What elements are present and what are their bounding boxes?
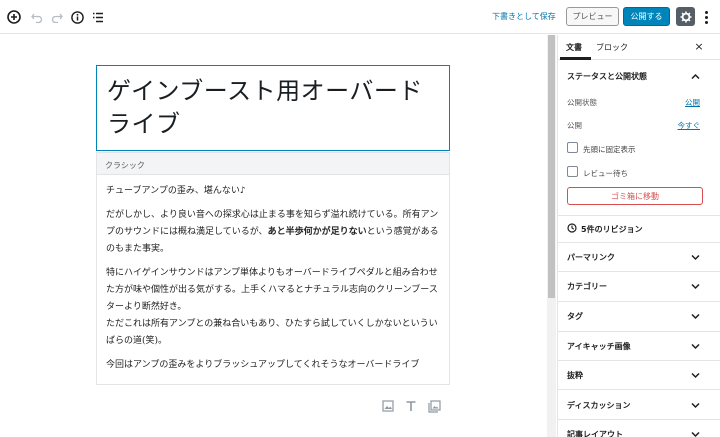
excerpt-panel[interactable]: 抜粋 [567,370,583,381]
classic-block-toolbar[interactable]: クラシック [96,152,450,175]
revisions-link[interactable]: 5件のリビジョン [581,224,643,235]
gear-icon [680,11,691,22]
divider [558,215,720,216]
settings-button[interactable] [676,7,695,26]
divider [558,419,720,420]
tab-document[interactable]: 文書 [566,42,582,53]
close-icon[interactable]: × [692,40,706,54]
chevron-down-icon[interactable] [691,253,700,262]
preview-button[interactable]: プレビュー [566,7,619,26]
sidebar-tabs: 文書 ブロック × [558,35,720,60]
add-block-icon[interactable] [6,9,22,25]
sticky-checkbox[interactable] [567,142,578,153]
publish-label: 公開 [567,121,582,130]
divider [558,389,720,390]
divider [558,271,720,272]
publish-button[interactable]: 公開する [623,7,670,26]
info-icon[interactable] [69,9,85,25]
sticky-label: 先頭に固定表示 [583,145,636,154]
active-tab-indicator [560,57,591,60]
post-title-field[interactable]: ゲインブースト用オーバードライブ [96,65,450,151]
visibility-label: 公開状態 [567,98,597,107]
post-layout-panel[interactable]: 記事レイアウト [567,429,623,437]
image-block-icon[interactable] [381,399,395,413]
chevron-up-icon[interactable] [691,72,700,81]
divider [558,360,720,361]
more-menu-icon[interactable] [700,8,712,26]
paragraph[interactable]: 特にハイゲインサウンドはアンプ単体よりもオーバードライブペダルと組み合わせた方が… [106,265,440,350]
pending-review-checkbox[interactable] [567,166,578,177]
visibility-link[interactable]: 公開 [685,97,700,108]
redo-icon[interactable] [49,9,65,25]
move-to-trash-button[interactable]: ゴミ箱に移動 [567,187,703,205]
chevron-down-icon[interactable] [691,371,700,380]
save-draft-link[interactable]: 下書きとして保存 [492,11,556,22]
divider [558,331,720,332]
post-title[interactable]: ゲインブースト用オーバードライブ [107,75,439,141]
paragraph[interactable]: チューブアンプの歪み、堪んない♪ [106,183,440,200]
paragraph[interactable]: だがしかし、より良い音への探求心は止まる事を知らず溢れ続けている。所有アンプのサ… [106,207,440,258]
chevron-down-icon[interactable] [691,342,700,351]
tags-panel[interactable]: タグ [567,311,583,322]
tab-block[interactable]: ブロック [596,42,628,53]
editor-canvas: ゲインブースト用オーバードライブ クラシック チューブアンプの歪み、堪んない♪ … [0,35,547,437]
editor-scrollbar-thumb[interactable] [548,35,555,298]
revisions-icon [567,223,577,233]
chevron-down-icon[interactable] [691,312,700,321]
status-panel-title[interactable]: ステータスと公開状態 [567,71,647,82]
heading-block-icon[interactable] [404,399,418,413]
classic-block-content[interactable]: チューブアンプの歪み、堪んない♪ だがしかし、より良い音への探求心は止まる事を知… [96,175,450,385]
divider [558,242,720,243]
paragraph[interactable]: 今回はアンプの歪みをよりブラッシュアップしてくれそうなオーバードライブ [106,357,440,374]
bold-text: あと半歩何かが足りない [267,227,367,237]
editor-toolbar: 下書きとして保存 プレビュー 公開する [0,0,720,34]
undo-icon[interactable] [29,9,45,25]
permalink-panel[interactable]: パーマリンク [567,252,615,263]
chevron-down-icon[interactable] [691,401,700,410]
discussion-panel[interactable]: ディスカッション [567,400,630,411]
pending-review-label: レビュー待ち [583,169,628,178]
chevron-down-icon[interactable] [691,282,700,291]
gallery-block-icon[interactable] [427,399,441,413]
chevron-down-icon[interactable] [691,430,700,437]
featured-image-panel[interactable]: アイキャッチ画像 [567,341,631,352]
publish-date-link[interactable]: 今すぐ [678,120,701,131]
settings-sidebar: 文書 ブロック × ステータスと公開状態 公開状態 公開 公開 今すぐ 先頭に固… [557,35,720,437]
outline-icon[interactable] [90,9,106,25]
divider [558,301,720,302]
category-panel[interactable]: カテゴリー [567,281,607,292]
